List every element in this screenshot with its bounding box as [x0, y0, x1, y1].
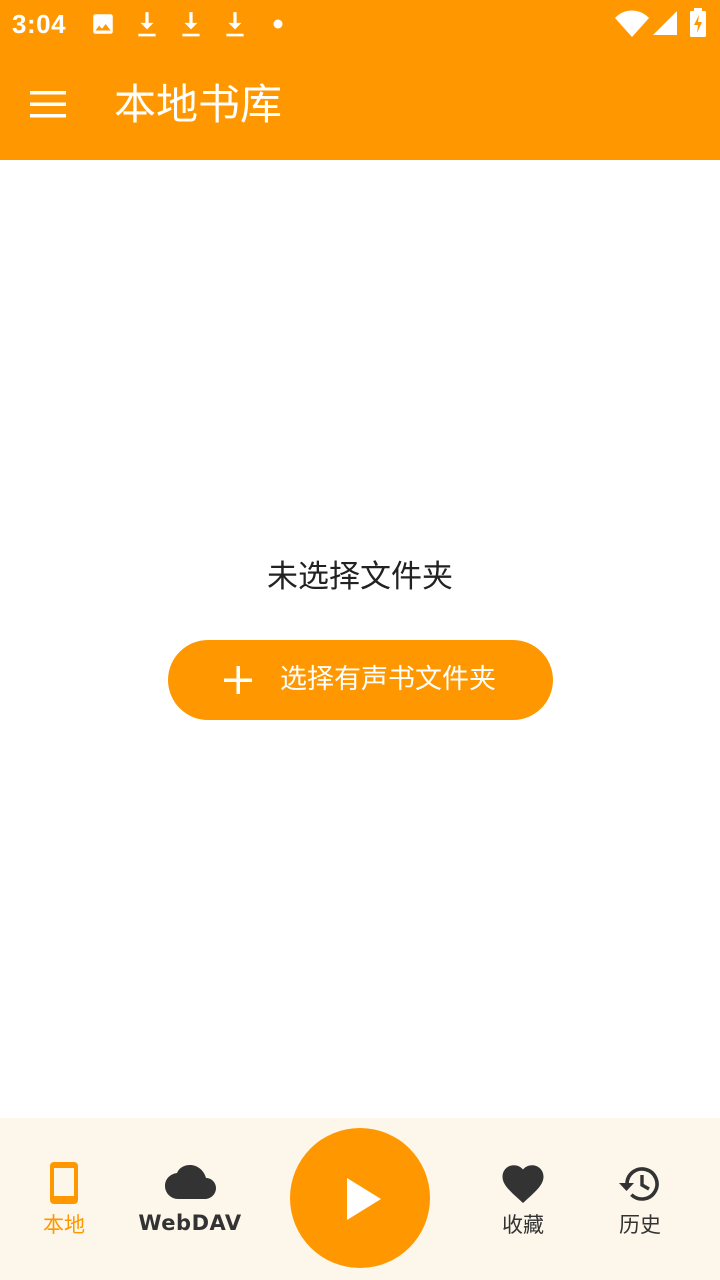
- empty-state-text: 未选择文件夹: [267, 559, 453, 595]
- tab-history-label: 历史: [619, 1213, 661, 1237]
- cloud-icon: [165, 1165, 216, 1199]
- menu-icon: [30, 91, 66, 118]
- image-icon: [93, 14, 113, 34]
- phone-icon: [50, 1162, 78, 1204]
- status-time: 3:04: [12, 9, 67, 39]
- page-title: 本地书库: [114, 80, 283, 129]
- tab-favorites-label: 收藏: [502, 1213, 544, 1237]
- download-icon: [138, 12, 156, 37]
- tab-webdav-label: WebDAV: [138, 1211, 242, 1235]
- play-button[interactable]: [290, 1128, 430, 1268]
- tab-favorites[interactable]: 收藏: [463, 1118, 583, 1280]
- history-icon: [619, 1167, 659, 1201]
- dot-icon: [273, 19, 283, 29]
- tab-webdav[interactable]: WebDAV: [130, 1118, 250, 1280]
- tab-local-label: 本地: [43, 1213, 85, 1237]
- select-folder-label: 选择有声书文件夹: [280, 664, 496, 695]
- signal-icon: [653, 11, 677, 35]
- tab-history[interactable]: 历史: [580, 1118, 700, 1280]
- battery-charging-icon: [690, 8, 706, 37]
- wifi-icon: [615, 10, 649, 37]
- select-folder-button[interactable]: 选择有声书文件夹: [168, 640, 553, 720]
- heart-icon: [502, 1165, 544, 1203]
- menu-button[interactable]: [24, 80, 72, 128]
- download-icon: [182, 12, 200, 37]
- app-bar: 本地书库: [0, 48, 720, 160]
- status-bar: 3:04: [0, 0, 720, 48]
- plus-icon: [224, 666, 252, 694]
- play-icon: [347, 1178, 381, 1220]
- tab-local[interactable]: 本地: [4, 1118, 124, 1280]
- download-icon: [226, 12, 244, 37]
